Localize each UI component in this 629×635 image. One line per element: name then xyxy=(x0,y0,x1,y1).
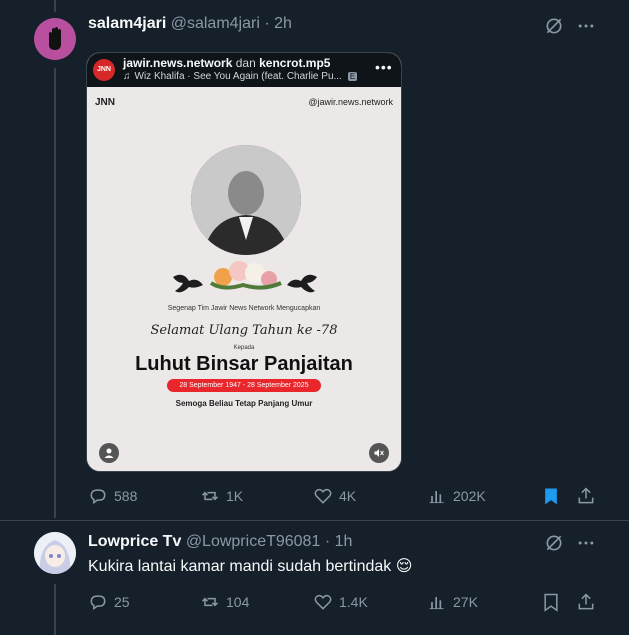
reply-icon xyxy=(90,595,106,611)
speaker-muted-icon xyxy=(374,449,384,457)
anime-avatar-image xyxy=(34,532,76,574)
music-title: Wiz Khalifa · See You Again (feat. Charl… xyxy=(134,71,342,82)
views-icon xyxy=(429,597,444,610)
portrait-circle xyxy=(191,145,301,255)
tweet-body: Kukira lantai kamar mandi sudah bertinda… xyxy=(88,558,392,575)
person-icon xyxy=(104,448,114,458)
card-account-2[interactable]: kencrot.mp5 xyxy=(259,56,330,70)
like-button[interactable]: 4K xyxy=(313,486,356,506)
bookmark-filled-icon[interactable] xyxy=(541,486,561,506)
author-name[interactable]: salam4jari xyxy=(88,15,166,32)
repost-button[interactable]: 1K xyxy=(200,486,243,506)
timestamp[interactable]: 1h xyxy=(335,533,353,550)
more-options-icon[interactable] xyxy=(576,533,596,553)
timestamp[interactable]: 2h xyxy=(274,15,292,32)
card-header: JNN jawir.news.network dan kencrot.mp5 ♫… xyxy=(87,53,401,87)
poster-logo: JNN xyxy=(95,97,116,108)
card-accounts: jawir.news.network dan kencrot.mp5 xyxy=(123,56,330,70)
thread-line-tweet1 xyxy=(54,68,56,518)
more-options-icon[interactable] xyxy=(576,16,596,36)
avatar-salam4jari[interactable] xyxy=(34,18,76,60)
repost-count: 104 xyxy=(226,594,250,610)
explicit-badge: E xyxy=(347,72,358,81)
music-note-icon: ♫ xyxy=(123,71,131,82)
mute-button[interactable] xyxy=(369,443,389,463)
relieved-face-emoji: 😌 xyxy=(395,558,413,575)
grok-icon[interactable] xyxy=(544,533,564,553)
tweet1-header: salam4jari @salam4jari · 2h xyxy=(88,15,292,33)
like-button[interactable]: 1.4K xyxy=(313,592,368,612)
avatar-lowprice-tv[interactable] xyxy=(34,532,76,574)
tweet2-header: Lowprice Tv @LowpriceT96081 · 1h xyxy=(88,533,352,551)
heart-icon xyxy=(314,488,332,504)
bookmark-icon[interactable] xyxy=(541,592,561,612)
reply-icon xyxy=(90,489,106,505)
repost-count: 1K xyxy=(226,488,244,504)
repost-button[interactable]: 104 xyxy=(200,592,249,612)
like-count: 1.4K xyxy=(339,594,368,610)
grok-icon[interactable] xyxy=(544,16,564,36)
poster-wish: Semoga Beliau Tetap Panjang Umur xyxy=(175,399,313,408)
author-name[interactable]: Lowprice Tv xyxy=(88,533,181,550)
poster-dates-banner: 28 September 1947 - 28 September 2025 xyxy=(167,379,321,392)
user-tag-button[interactable] xyxy=(99,443,119,463)
birthday-poster: JNN @jawir.news.network Segenap Tim Jawi… xyxy=(87,87,401,471)
poster-script-line: Selamat Ulang Tahun ke -78 xyxy=(150,323,338,338)
repost-icon xyxy=(201,597,219,607)
views-count: 27K xyxy=(453,594,478,610)
tweet-divider xyxy=(0,520,629,521)
card-avatar[interactable]: JNN xyxy=(93,59,115,81)
tweet2-text: Kukira lantai kamar mandi sudah bertinda… xyxy=(88,556,412,576)
poster-kepada: Kepada xyxy=(233,345,255,351)
poster-watermark: @jawir.news.network xyxy=(308,97,393,107)
reply-button[interactable]: 25 xyxy=(88,592,130,612)
author-handle[interactable]: @salam4jari xyxy=(171,15,260,32)
like-count: 4K xyxy=(339,488,357,504)
card-account-1[interactable]: jawir.news.network xyxy=(123,56,232,70)
separator-dot: · xyxy=(324,533,331,550)
author-handle[interactable]: @LowpriceT96081 xyxy=(186,533,321,550)
poster-line1: Segenap Tim Jawir News Network Mengucapk… xyxy=(167,305,321,312)
separator-dot: · xyxy=(264,15,270,32)
views-button[interactable]: 27K xyxy=(427,592,478,612)
views-count: 202K xyxy=(453,488,486,504)
heart-icon xyxy=(314,594,332,610)
thread-line-tweet2 xyxy=(54,584,56,635)
card-music: ♫ Wiz Khalifa · See You Again (feat. Cha… xyxy=(123,71,358,82)
card-joiner: dan xyxy=(235,56,256,70)
dove-left-icon xyxy=(173,274,203,293)
views-icon xyxy=(429,491,444,504)
poster-honoree: Luhut Binsar Panjaitan xyxy=(135,353,353,375)
reply-button[interactable]: 588 xyxy=(88,486,137,506)
flower-bouquet-icon xyxy=(209,261,282,290)
views-button[interactable]: 202K xyxy=(427,486,486,506)
portrait-photo xyxy=(191,145,301,255)
card-more-icon[interactable]: ••• xyxy=(375,59,393,75)
share-icon[interactable] xyxy=(576,486,596,506)
share-icon[interactable] xyxy=(576,592,596,612)
reply-count: 588 xyxy=(114,488,138,504)
repost-icon xyxy=(201,491,219,501)
media-card[interactable]: JNN jawir.news.network dan kencrot.mp5 ♫… xyxy=(86,52,402,472)
dove-right-icon xyxy=(287,274,317,293)
thread-line-top xyxy=(54,0,56,12)
reply-count: 25 xyxy=(114,594,130,610)
raised-hand-icon xyxy=(34,18,76,60)
